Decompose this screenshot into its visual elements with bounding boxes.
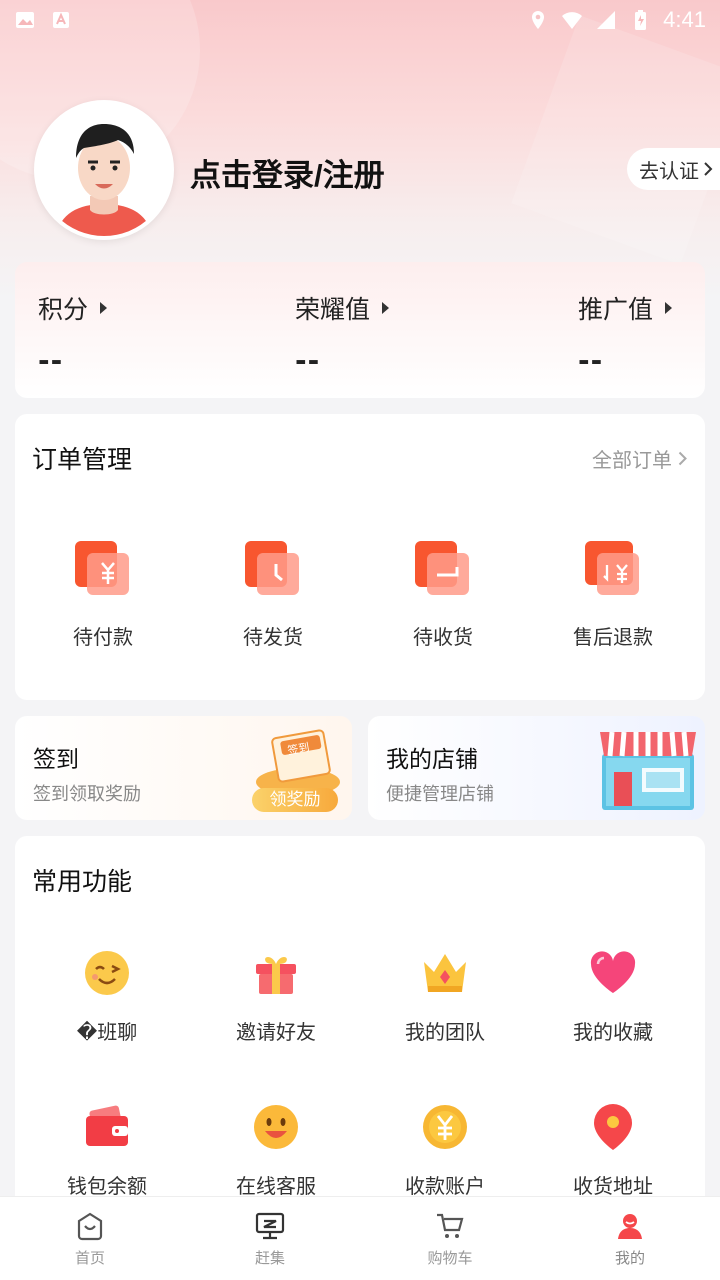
box-card-icon — [413, 539, 473, 599]
order-pending-receipt[interactable]: 待收货 — [383, 539, 503, 650]
points-label: 积分 — [38, 295, 89, 324]
order-pending-payment[interactable]: 待付款 — [43, 539, 163, 650]
sign-in-title: 签到 — [33, 747, 79, 773]
market-icon — [255, 1212, 285, 1240]
tab-label: 赶集 — [254, 1249, 285, 1267]
order-item-label: 待发货 — [243, 625, 303, 649]
cart-icon — [437, 1213, 464, 1238]
sign-in-subtitle: 签到领取奖励 — [33, 784, 141, 805]
function-label: �班聊 — [76, 1020, 138, 1044]
location-status-icon — [532, 11, 545, 29]
home-bag-icon — [77, 1212, 103, 1241]
function-label: 我的团队 — [405, 1020, 485, 1044]
yuan-coin-icon — [420, 1102, 470, 1152]
function-payment-account[interactable]: 收款账户 — [375, 1102, 515, 1199]
calendar-gift-icon: 签到 — [256, 729, 340, 796]
location-pin-icon — [588, 1102, 638, 1152]
user-avatar-icon — [38, 104, 170, 236]
promotion-label: 推广值 — [578, 295, 654, 324]
tab-label: 我的 — [614, 1249, 645, 1267]
avatar[interactable] — [34, 100, 174, 240]
functions-title: 常用功能 — [32, 867, 133, 896]
smile-face-icon — [251, 1102, 301, 1152]
function-my-favorites[interactable]: 我的收藏 — [543, 948, 683, 1045]
function-wallet-balance[interactable]: 钱包余额 — [37, 1102, 177, 1199]
function-label: 钱包余额 — [67, 1174, 147, 1198]
order-item-label: 售后退款 — [573, 625, 653, 649]
promotion-item[interactable]: 推广值 -- — [578, 290, 673, 377]
chevron-right-icon — [678, 451, 687, 466]
function-shipping-address[interactable]: 收货地址 — [543, 1102, 683, 1199]
tab-mine[interactable]: 我的 — [580, 1211, 680, 1268]
order-after-sale-refund[interactable]: 售后退款 — [553, 539, 673, 650]
wifi-icon — [562, 12, 583, 29]
clock-card-icon — [243, 539, 303, 599]
tab-home[interactable]: 首页 — [40, 1211, 140, 1268]
honor-label: 荣耀值 — [295, 295, 371, 324]
all-orders-label: 全部订单 — [592, 448, 672, 472]
claim-reward-badge[interactable]: 领奖励 — [252, 788, 338, 812]
order-item-label: 待付款 — [73, 625, 133, 649]
function-chat[interactable]: �班聊 — [37, 948, 177, 1045]
tab-market[interactable]: 赶集 — [220, 1211, 320, 1268]
crown-icon — [420, 948, 470, 998]
yuan-card-icon — [73, 539, 133, 599]
gift-icon — [251, 948, 301, 998]
storefront-icon — [600, 731, 696, 810]
heart-icon — [588, 948, 638, 998]
wink-face-icon — [82, 948, 132, 998]
login-register-link[interactable]: 点击登录/注册 — [190, 150, 385, 195]
function-online-service[interactable]: 在线客服 — [206, 1102, 346, 1199]
status-bar: 4:41 — [0, 0, 720, 40]
app-notification-icon — [53, 12, 69, 28]
order-item-label: 待收货 — [413, 625, 473, 649]
points-card: 积分 -- 荣耀值 -- 推广值 -- — [15, 262, 705, 398]
tab-label: 首页 — [74, 1249, 105, 1267]
verify-button[interactable]: 去认证 — [627, 148, 720, 190]
honor-item[interactable]: 荣耀值 -- — [295, 290, 390, 377]
common-functions-card: 常用功能 �班聊 邀请好友 我的团队 我的收藏 钱包余额 在线客服 收款账户 收… — [15, 836, 705, 1236]
function-label: 我的收藏 — [573, 1020, 653, 1044]
all-orders-link[interactable]: 全部订单 — [592, 444, 687, 473]
order-management-card: 订单管理 全部订单 待付款 待发货 待收货 售后退款 — [15, 414, 705, 700]
tab-label: 购物车 — [427, 1249, 473, 1267]
points-item[interactable]: 积分 -- — [38, 290, 108, 377]
caret-right-icon — [100, 302, 108, 314]
shop-subtitle: 便捷管理店铺 — [386, 784, 494, 805]
function-my-team[interactable]: 我的团队 — [375, 948, 515, 1045]
function-label: 收款账户 — [405, 1174, 485, 1198]
promotion-value: -- — [578, 344, 604, 377]
function-label: 邀请好友 — [236, 1020, 316, 1044]
orders-title: 订单管理 — [32, 445, 133, 474]
signal-icon — [597, 11, 616, 29]
sign-in-card[interactable]: 签到 签到领取奖励 签到 领奖励 — [15, 716, 352, 820]
my-shop-card[interactable]: 我的店铺 便捷管理店铺 — [368, 716, 705, 820]
caret-right-icon — [382, 302, 390, 314]
image-notification-icon — [16, 12, 34, 28]
battery-icon — [635, 10, 647, 30]
honor-value: -- — [295, 344, 321, 377]
function-label: 在线客服 — [236, 1174, 316, 1198]
status-time: 4:41 — [663, 7, 706, 32]
shop-title: 我的店铺 — [386, 747, 478, 773]
tab-cart[interactable]: 购物车 — [400, 1211, 500, 1268]
caret-right-icon — [665, 302, 673, 314]
function-label: 收货地址 — [573, 1174, 653, 1198]
profile-icon — [618, 1214, 642, 1239]
bottom-tab-bar: 首页 赶集 购物车 我的 — [0, 1196, 720, 1280]
points-value: -- — [38, 344, 64, 377]
order-pending-shipment[interactable]: 待发货 — [213, 539, 333, 650]
function-invite-friends[interactable]: 邀请好友 — [206, 948, 346, 1045]
chevron-right-icon — [704, 162, 713, 176]
refund-card-icon — [583, 539, 643, 599]
wallet-icon — [82, 1102, 132, 1152]
verify-label: 去认证 — [639, 158, 699, 183]
